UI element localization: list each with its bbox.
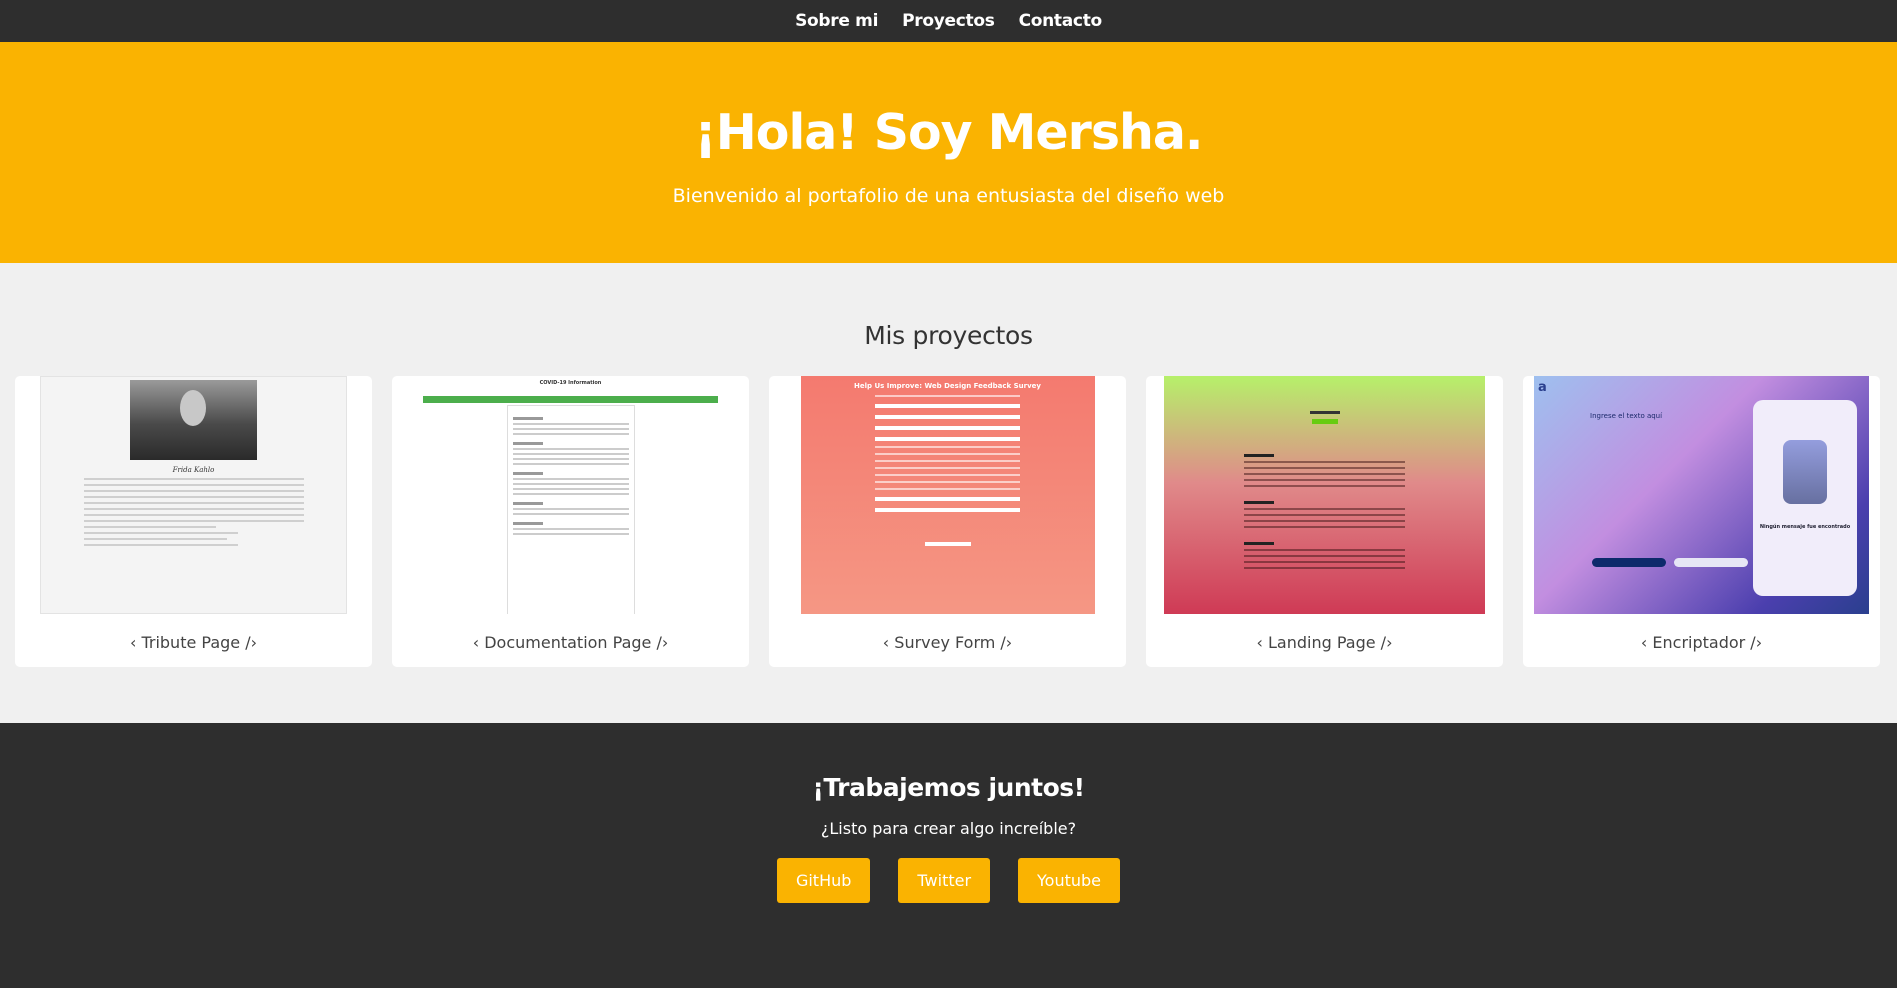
project-card-label[interactable]: ‹ Survey Form /› xyxy=(883,633,1012,652)
hero-subtitle: Bienvenido al portafolio de una entusias… xyxy=(672,185,1225,207)
encrypt-button-preview xyxy=(1592,558,1666,567)
thumbnail-caption: Frida Kahlo xyxy=(172,466,215,474)
project-card-label[interactable]: ‹ Tribute Page /› xyxy=(130,633,257,652)
twitter-button[interactable]: Twitter xyxy=(898,858,991,903)
top-navbar: Sobre mi Proyectos Contacto xyxy=(0,0,1897,42)
projects-heading: Mis proyectos xyxy=(864,321,1033,350)
project-card-tribute[interactable]: Frida Kahlo ‹ Tribute Page /› xyxy=(15,376,372,667)
project-card-landing[interactable]: ‹ Landing Page /› xyxy=(1146,376,1503,667)
project-card-label[interactable]: ‹ Encriptador /› xyxy=(1641,633,1762,652)
footer-title: ¡Trabajemos juntos! xyxy=(812,773,1085,802)
nav-link-sobre-mi[interactable]: Sobre mi xyxy=(795,11,878,31)
encriptador-input-placeholder: Ingrese el texto aquí xyxy=(1590,412,1663,420)
footer-subtitle: ¿Listo para crear algo increíble? xyxy=(820,819,1077,838)
hero-section: ¡Hola! Soy Mersha. Bienvenido al portafo… xyxy=(0,42,1897,263)
illustration-icon xyxy=(1783,440,1827,504)
project-card-label[interactable]: ‹ Documentation Page /› xyxy=(473,633,669,652)
thumbnail-title: Help Us Improve: Web Design Feedback Sur… xyxy=(853,382,1041,390)
portrait-image xyxy=(130,380,257,460)
nav-link-contacto[interactable]: Contacto xyxy=(1019,11,1103,31)
project-cards: Frida Kahlo ‹ Tribute Page /› COVID-19 I… xyxy=(0,376,1897,667)
encriptador-output-panel: Ningún mensaje fue encontrado xyxy=(1753,400,1857,596)
encriptador-message: Ningún mensaje fue encontrado xyxy=(1759,524,1851,530)
nav-link-proyectos[interactable]: Proyectos xyxy=(902,11,995,31)
project-card-encriptador[interactable]: a Ingrese el texto aquí Ningún mensaje f… xyxy=(1523,376,1880,667)
encriptador-thumbnail[interactable]: a Ingrese el texto aquí Ningún mensaje f… xyxy=(1534,376,1869,614)
social-buttons: GitHub Twitter Youtube xyxy=(0,858,1897,903)
youtube-button[interactable]: Youtube xyxy=(1018,858,1121,903)
thumbnail-title xyxy=(1309,411,1340,414)
tribute-page-thumbnail[interactable]: Frida Kahlo xyxy=(40,376,347,614)
github-button[interactable]: GitHub xyxy=(776,858,871,903)
documentation-page-thumbnail[interactable]: COVID-19 Information xyxy=(423,376,718,614)
project-card-survey[interactable]: Help Us Improve: Web Design Feedback Sur… xyxy=(769,376,1126,667)
survey-form-thumbnail[interactable]: Help Us Improve: Web Design Feedback Sur… xyxy=(800,376,1095,614)
projects-section: Mis proyectos Frida Kahlo ‹ Tribute Page… xyxy=(0,263,1897,723)
project-card-label[interactable]: ‹ Landing Page /› xyxy=(1257,633,1393,652)
decrypt-button-preview xyxy=(1674,558,1748,567)
encriptador-logo: a xyxy=(1538,380,1547,395)
contact-footer: ¡Trabajemos juntos! ¿Listo para crear al… xyxy=(0,723,1897,988)
landing-page-thumbnail[interactable] xyxy=(1164,376,1485,614)
hero-title: ¡Hola! Soy Mersha. xyxy=(694,104,1203,161)
project-card-documentation[interactable]: COVID-19 Information ‹ Documentation Pag… xyxy=(392,376,749,667)
thumbnail-title: COVID-19 Information xyxy=(423,376,718,396)
